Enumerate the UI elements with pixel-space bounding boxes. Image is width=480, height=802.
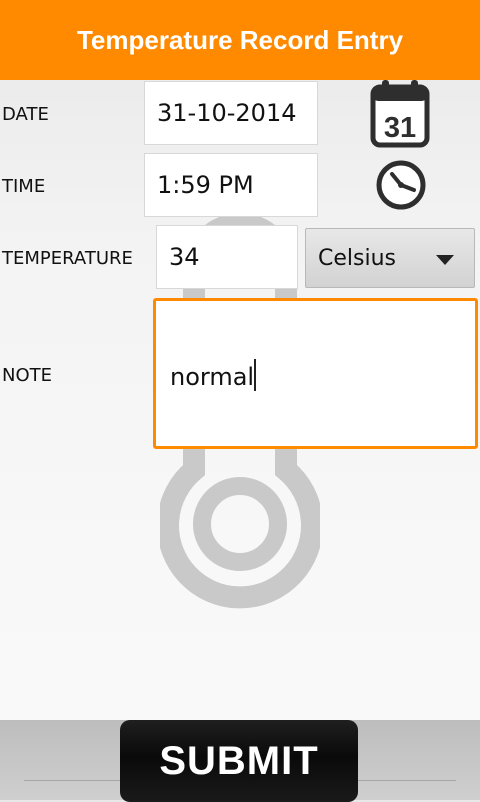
note-field[interactable]: normal: [153, 298, 478, 449]
temperature-field[interactable]: 34: [156, 225, 298, 289]
time-label: TIME: [2, 176, 46, 197]
temperature-label: TEMPERATURE: [2, 248, 133, 269]
time-field[interactable]: 1:59 PM: [144, 153, 318, 217]
clock-icon[interactable]: [372, 156, 430, 214]
note-label: NOTE: [2, 365, 53, 386]
title-bar: Temperature Record Entry: [0, 0, 480, 80]
unit-dropdown-value: Celsius: [318, 245, 396, 271]
date-field[interactable]: 31-10-2014: [144, 81, 318, 145]
calendar-day-text: 31: [384, 112, 416, 144]
text-cursor: [254, 359, 257, 391]
unit-dropdown[interactable]: Celsius: [305, 228, 475, 288]
dropdown-arrow-icon: [436, 255, 454, 265]
submit-button[interactable]: SUBMIT: [120, 720, 358, 802]
calendar-icon[interactable]: 31: [366, 78, 434, 150]
note-text: normal: [170, 363, 255, 391]
page-title: Temperature Record Entry: [76, 24, 404, 55]
date-label: DATE: [2, 104, 49, 125]
